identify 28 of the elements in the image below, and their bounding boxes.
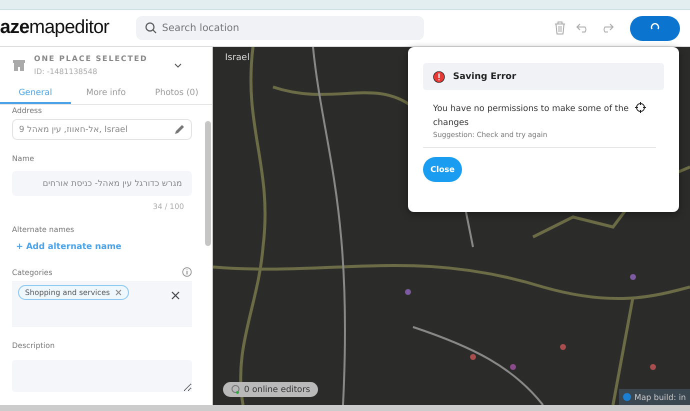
close-button[interactable]: Close [423,157,462,182]
dialog-title: Saving Error [453,72,516,82]
search-field[interactable]: Search location [136,16,424,40]
pencil-icon[interactable] [174,124,185,135]
chat-icon [231,385,240,394]
search-icon [145,22,157,34]
add-alternate-name-link[interactable]: + Add alternate name [16,242,192,252]
tab[interactable]: General [0,83,71,104]
clear-icon[interactable] [171,291,180,300]
address-field[interactable]: אל-חאווז, עין מאהל 9, Israel [12,119,192,140]
online-editors-badge[interactable]: 0 online editors [223,382,318,397]
region-label: Israel [225,53,250,63]
close-icon[interactable] [114,289,122,296]
info-icon [623,393,632,401]
error-message: You have no permissions to make some of the changes [433,103,630,130]
crosshair-icon[interactable] [635,102,646,113]
store-icon [12,59,26,71]
info-icon[interactable] [182,267,192,277]
tab[interactable]: Photos (0) [141,83,212,104]
description-field[interactable] [12,360,192,392]
logo: azemapeditor [0,17,110,39]
tab[interactable]: More info [70,83,142,104]
trash-icon[interactable] [554,21,566,35]
error-icon [433,70,445,82]
name-field[interactable]: מגרש כדורגל עין מאהל- כניסת אורחים [12,171,192,196]
save-button[interactable] [630,16,680,40]
map-build-badge: Map build: in [619,389,690,405]
chevron-down-icon[interactable] [174,62,182,68]
